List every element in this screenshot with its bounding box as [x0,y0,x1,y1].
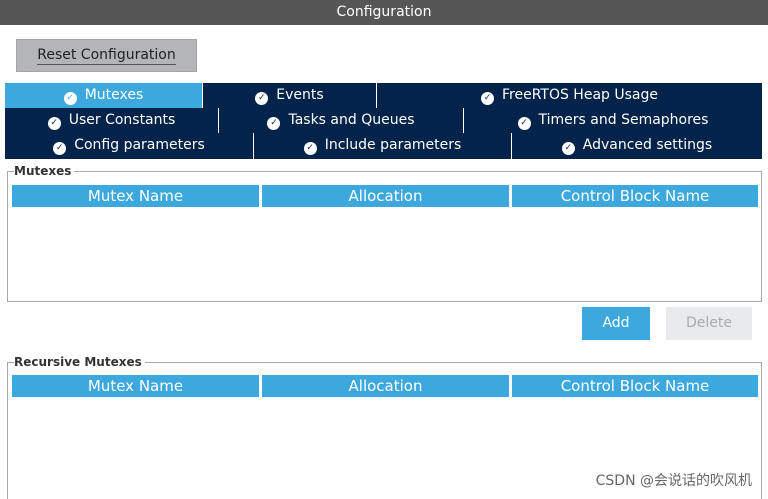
check-circle-icon: ✓ [303,142,317,155]
tab-config-parameters[interactable]: ✓ Config parameters [5,133,254,159]
check-circle-icon: ✓ [267,117,281,130]
tab-freertos-heap-usage[interactable]: ✓ FreeRTOS Heap Usage [377,83,762,108]
recursive-mutexes-table-header: Mutex Name Allocation Control Block Name [12,375,758,397]
tab-events[interactable]: ✓ Events [203,83,377,108]
add-button[interactable]: Add [582,307,650,340]
check-circle-icon: ✓ [561,142,575,155]
tab-mutexes[interactable]: ✓ Mutexes [5,83,203,108]
reset-configuration-button[interactable]: Reset Configuration [16,39,197,72]
tab-include-parameters[interactable]: ✓ Include parameters [254,133,512,159]
check-circle-icon: ✓ [53,142,67,155]
tab-row-3: ✓ Config parameters ✓ Include parameters ✓… [5,133,762,159]
check-circle-icon: ✓ [47,117,61,130]
column-allocation[interactable]: Allocation [262,185,509,207]
tab-row-2: ✓ User Constants ✓ Tasks and Queues ✓ Timer… [5,108,762,133]
tab-row-1: ✓ Mutexes ✓ Events ✓ FreeRTOS Heap Usage [5,83,762,108]
tab-bar: ✓ Mutexes ✓ Events ✓ FreeRTOS Heap Usage ✓ U… [5,83,762,159]
check-circle-icon: ✓ [480,92,494,105]
delete-button[interactable]: Delete [666,307,752,340]
tab-timers-and-semaphores[interactable]: ✓ Timers and Semaphores [464,108,762,133]
watermark: CSDN @会说话的吹风机 [593,470,754,490]
column-mutex-name[interactable]: Mutex Name [12,375,259,397]
tab-advanced-settings[interactable]: ✓ Advanced settings [512,133,762,159]
mutexes-table-header: Mutex Name Allocation Control Block Name [12,185,758,207]
column-mutex-name[interactable]: Mutex Name [12,185,259,207]
recursive-mutexes-group-label: Recursive Mutexes [14,355,145,369]
check-circle-icon: ✓ [255,92,269,105]
column-control-block-name[interactable]: Control Block Name [512,185,758,207]
window-title: Configuration [0,0,768,25]
tab-tasks-and-queues[interactable]: ✓ Tasks and Queues [219,108,464,133]
column-control-block-name[interactable]: Control Block Name [512,375,758,397]
mutexes-group-label: Mutexes [14,164,75,178]
check-circle-icon: ✓ [517,117,531,130]
tab-user-constants[interactable]: ✓ User Constants [5,108,219,133]
check-circle-icon: ✓ [63,92,77,105]
reset-configuration-label: Reset Configuration [37,47,176,65]
column-allocation[interactable]: Allocation [262,375,509,397]
